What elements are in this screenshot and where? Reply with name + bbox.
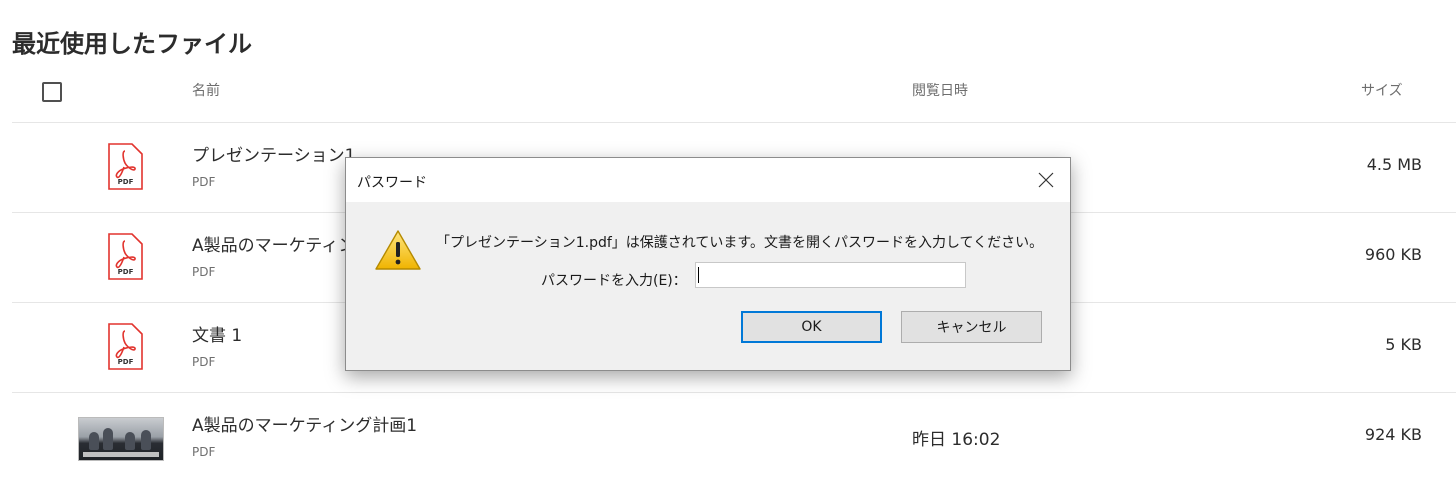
dialog-titlebar[interactable]: パスワード xyxy=(346,158,1070,202)
file-thumbnail xyxy=(78,417,164,461)
file-name: A製品のマーケティング計画1 xyxy=(192,416,418,436)
pdf-icon: PDF xyxy=(108,233,143,280)
close-button[interactable] xyxy=(1034,168,1058,192)
dialog-title: パスワード xyxy=(357,175,427,191)
file-type: PDF xyxy=(192,355,216,369)
recent-files-page: 最近使用したファイル 名前 閲覧日時 サイズ PDF プレゼンテーション1 PD… xyxy=(0,0,1456,477)
pdf-icon-label: PDF xyxy=(118,268,134,276)
warning-icon xyxy=(375,230,421,270)
file-name: 文書 1 xyxy=(192,326,243,346)
section-title: 最近使用したファイル xyxy=(12,30,252,58)
column-header-name[interactable]: 名前 xyxy=(192,80,220,100)
file-size: 5 KB xyxy=(1385,335,1422,354)
pdf-icon-label: PDF xyxy=(118,358,134,366)
ok-button[interactable]: OK xyxy=(741,311,882,343)
thumbnail-caption-bar xyxy=(83,452,159,457)
column-header-size[interactable]: サイズ xyxy=(1361,80,1403,100)
file-name: A製品のマーケティン xyxy=(192,236,356,256)
pdf-icon-label: PDF xyxy=(118,178,134,186)
select-all-checkbox[interactable] xyxy=(42,82,62,102)
cancel-button[interactable]: キャンセル xyxy=(901,311,1042,343)
thumbnail-figure xyxy=(89,432,99,450)
file-type: PDF xyxy=(192,265,216,279)
file-viewed: 昨日 16:02 xyxy=(912,430,1001,450)
file-type: PDF xyxy=(192,175,216,189)
text-caret xyxy=(698,267,699,283)
file-row[interactable]: A製品のマーケティング計画1 PDF 昨日 16:02 924 KB xyxy=(12,392,1456,477)
pdf-icon: PDF xyxy=(108,143,143,190)
password-label: パスワードを入力(E)： xyxy=(541,273,687,289)
file-name: プレゼンテーション1 xyxy=(192,146,356,166)
close-icon xyxy=(1038,172,1054,188)
password-input[interactable] xyxy=(695,262,966,288)
file-size: 960 KB xyxy=(1364,245,1422,264)
password-dialog: パスワード 「プレゼンテーション1.pdf」は保護されています。文書を開くパスワ… xyxy=(345,157,1071,371)
thumbnail-figure xyxy=(125,432,135,450)
table-header: 名前 閲覧日時 サイズ xyxy=(0,72,1456,112)
dialog-message: 「プレゼンテーション1.pdf」は保護されています。文書を開くパスワードを入力し… xyxy=(436,235,1044,251)
column-header-viewed[interactable]: 閲覧日時 xyxy=(912,80,968,100)
pdf-icon: PDF xyxy=(108,323,143,370)
file-type: PDF xyxy=(192,445,216,459)
file-size: 924 KB xyxy=(1364,425,1422,444)
thumbnail-figure xyxy=(103,428,113,450)
thumbnail-figure xyxy=(141,430,151,450)
file-size: 4.5 MB xyxy=(1366,155,1422,174)
